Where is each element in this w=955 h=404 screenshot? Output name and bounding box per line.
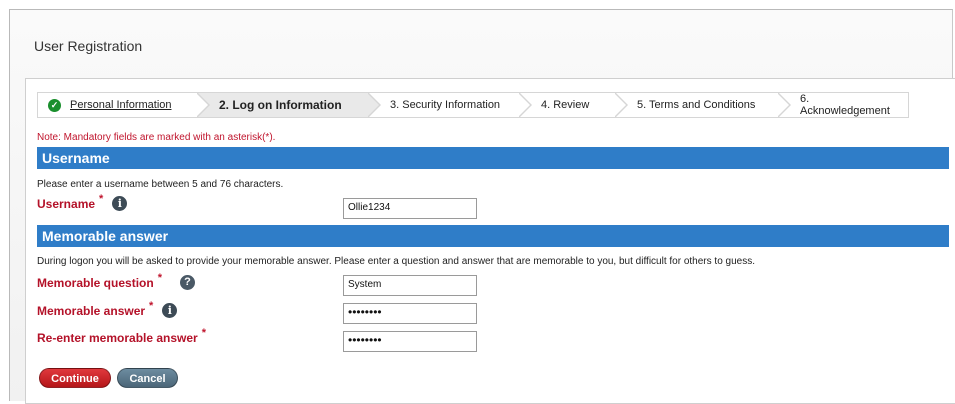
reenter-memorable-answer-input[interactable]: •••••••• — [343, 331, 477, 352]
step-label[interactable]: Personal Information — [70, 99, 172, 111]
memorable-answer-input[interactable]: •••••••• — [343, 303, 477, 324]
step-security-information: 3. Security Information — [368, 92, 532, 118]
step-label: 5. Terms and Conditions — [637, 99, 756, 111]
memorable-answer-description: During logon you will be asked to provid… — [37, 256, 755, 267]
username-description: Please enter a username between 5 and 76… — [37, 179, 284, 190]
memorable-answer-section-header: Memorable answer — [37, 225, 949, 247]
step-label: 6. Acknowledgement — [800, 93, 890, 117]
step-acknowledgement: 6. Acknowledgement — [778, 92, 909, 118]
memorable-answer-label-text: Memorable answer — [37, 303, 146, 318]
username-label: Username * i — [37, 192, 128, 211]
registration-form: ✓ Personal Information 2. Log on Informa… — [25, 78, 955, 404]
check-icon: ✓ — [48, 98, 61, 112]
step-indicator: ✓ Personal Information 2. Log on Informa… — [37, 92, 909, 118]
required-asterisk: * — [99, 192, 104, 205]
help-icon[interactable]: ? — [179, 275, 195, 290]
memorable-question-label-text: Memorable question — [37, 275, 154, 290]
memorable-question-label: Memorable question * ? — [37, 271, 195, 290]
step-arrow — [367, 92, 381, 118]
step-arrow — [614, 92, 628, 118]
page-title: User Registration — [34, 38, 143, 54]
memorable-answer-label: Memorable answer * i — [37, 299, 178, 318]
cancel-button[interactable]: Cancel — [117, 368, 178, 388]
registration-panel: User Registration ✓ Personal Information… — [9, 9, 955, 404]
step-review: 4. Review — [519, 92, 628, 118]
reenter-memorable-answer-label-text: Re-enter memorable answer — [37, 331, 198, 345]
step-personal-information[interactable]: ✓ Personal Information — [37, 92, 210, 118]
mandatory-note: Note: Mandatory fields are marked with a… — [37, 132, 276, 143]
step-label: 2. Log on Information — [219, 98, 342, 112]
required-asterisk: * — [149, 299, 154, 312]
required-asterisk: * — [157, 271, 162, 284]
username-section-header: Username — [37, 147, 949, 169]
continue-button[interactable]: Continue — [39, 368, 111, 388]
step-arrow — [196, 92, 210, 118]
step-label: 4. Review — [541, 99, 590, 111]
required-asterisk: * — [201, 327, 207, 339]
step-terms-and-conditions: 5. Terms and Conditions — [615, 92, 791, 118]
reenter-memorable-answer-label: Re-enter memorable answer * — [37, 327, 206, 345]
memorable-question-input[interactable]: System — [343, 275, 477, 296]
step-label: 3. Security Information — [390, 99, 501, 111]
info-icon[interactable]: i — [162, 303, 178, 318]
info-icon[interactable]: i — [112, 196, 128, 211]
step-arrow — [518, 92, 532, 118]
username-label-text: Username — [37, 196, 96, 211]
username-input[interactable]: Ollie1234 — [343, 198, 477, 219]
step-arrow — [777, 92, 791, 118]
step-log-on-information: 2. Log on Information — [197, 92, 381, 118]
